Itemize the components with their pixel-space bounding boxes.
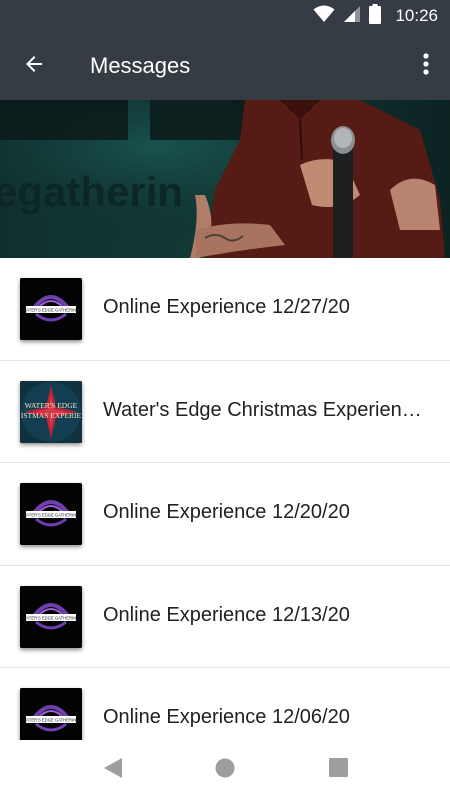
svg-text:WATER'S EDGE: WATER'S EDGE [25, 401, 78, 410]
list-item[interactable]: WATER'S EDGE ISTMAS EXPERIE Water's Edge… [0, 360, 450, 463]
svg-text:WATER'S EDGE GATHERING: WATER'S EDGE GATHERING [22, 308, 79, 313]
hero-background-text: egatherin [0, 168, 183, 215]
messages-list: WATER'S EDGE GATHERING Online Experience… [0, 258, 450, 740]
list-item[interactable]: WATER'S EDGE GATHERING Online Experience… [0, 668, 450, 740]
status-bar: 10:26 [0, 0, 450, 32]
list-item[interactable]: WATER'S EDGE GATHERING Online Experience… [0, 565, 450, 668]
wifi-icon [313, 5, 335, 28]
status-time: 10:26 [395, 6, 438, 25]
message-title: Online Experience 12/06/20 [103, 706, 350, 728]
app-bar: Messages [0, 32, 450, 100]
nav-recents-button[interactable] [323, 756, 353, 784]
message-thumbnail: WATER'S EDGE GATHERING [20, 278, 82, 340]
system-nav-bar [0, 740, 450, 800]
svg-text:ISTMAS EXPERIE: ISTMAS EXPERIE [21, 411, 82, 420]
more-options-button[interactable] [410, 46, 442, 86]
nav-back-button[interactable] [98, 756, 128, 784]
message-thumbnail: WATER'S EDGE ISTMAS EXPERIE [20, 380, 82, 443]
message-thumbnail: WATER'S EDGE GATHERING [20, 483, 82, 545]
message-title: Online Experience 12/13/20 [103, 603, 350, 626]
nav-home-button[interactable] [210, 756, 240, 784]
back-button[interactable] [14, 46, 54, 86]
back-triangle-icon [103, 757, 123, 784]
message-title: Online Experience 12/27/20 [103, 296, 350, 318]
list-item[interactable]: WATER'S EDGE GATHERING Online Experience… [0, 463, 450, 566]
home-circle-icon [215, 758, 235, 783]
more-vert-icon [423, 52, 429, 81]
battery-icon [369, 3, 382, 29]
message-title: Online Experience 12/20/20 [103, 501, 350, 523]
hero-banner: egatherin [0, 100, 450, 258]
signal-icon [343, 5, 361, 28]
svg-text:WATER'S EDGE GATHERING: WATER'S EDGE GATHERING [22, 718, 79, 723]
svg-text:WATER'S EDGE GATHERING: WATER'S EDGE GATHERING [22, 513, 79, 518]
arrow-back-icon [22, 52, 46, 81]
hero-image: egatherin [0, 100, 450, 258]
svg-text:WATER'S EDGE GATHERING: WATER'S EDGE GATHERING [22, 615, 79, 620]
message-thumbnail: WATER'S EDGE GATHERING [20, 688, 82, 740]
recents-square-icon [328, 758, 348, 782]
page-title: Messages [90, 53, 191, 78]
message-title: Water's Edge Christmas Experien… [103, 398, 422, 421]
status-icons: 10:26 [313, 0, 438, 32]
message-thumbnail: WATER'S EDGE GATHERING [20, 585, 82, 648]
list-item[interactable]: WATER'S EDGE GATHERING Online Experience… [0, 258, 450, 361]
